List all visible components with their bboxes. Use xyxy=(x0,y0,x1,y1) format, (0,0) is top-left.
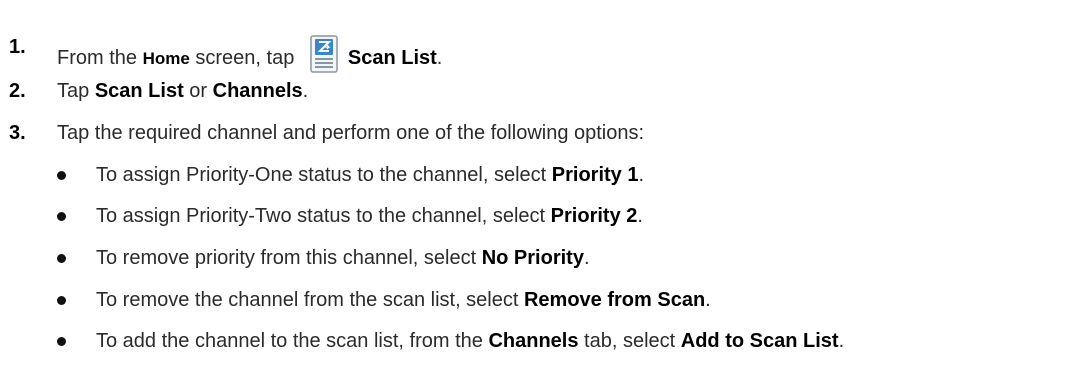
bullet-icon xyxy=(57,212,66,221)
option-bold: Channels xyxy=(488,330,579,352)
option-text-part: . xyxy=(838,330,845,352)
bullet-icon xyxy=(57,337,66,346)
option-text: To remove the channel from the scan list… xyxy=(96,287,711,313)
step-number: 3. xyxy=(9,122,26,144)
option-text-part: To add the channel to the scan list, fro… xyxy=(96,330,489,352)
instruction-document: 1. From the Home screen, tap Scan List. … xyxy=(0,0,1069,379)
option-text-part: To assign Priority-Two status to the cha… xyxy=(96,205,551,227)
step-text: From the Home screen, tap Scan List. xyxy=(57,34,442,74)
home-label: Home xyxy=(142,49,190,68)
option-text-part: . xyxy=(638,164,645,186)
step-text-part: . xyxy=(436,47,443,69)
option-text-part: . xyxy=(705,289,711,311)
step-number: 2. xyxy=(9,80,26,102)
option-bold: Add to Scan List xyxy=(680,330,839,352)
step-text-part: Tap xyxy=(57,80,95,102)
scan-list-label: Scan List xyxy=(94,80,184,102)
bullet-icon xyxy=(57,296,66,305)
option-bold: No Priority xyxy=(481,247,584,269)
step-text-part: or xyxy=(183,80,213,102)
step-text-part: screen, tap xyxy=(189,47,300,69)
option-text: To assign Priority-One status to the cha… xyxy=(96,162,644,188)
option-text-part: tab, select xyxy=(578,330,681,352)
option-bold: Priority 1 xyxy=(551,164,639,186)
bullet-icon xyxy=(57,254,66,263)
option-text-part: To remove the channel from the scan list… xyxy=(96,289,524,311)
scan-list-label: Scan List xyxy=(347,47,437,69)
option-text-part: To assign Priority-One status to the cha… xyxy=(96,164,552,186)
bullet-icon xyxy=(57,171,66,180)
option-text-part: To remove priority from this channel, se… xyxy=(96,247,482,269)
option-text-part: . xyxy=(637,205,643,227)
step-text-part: From the xyxy=(57,47,143,69)
channels-label: Channels xyxy=(212,80,303,102)
option-text: To assign Priority-Two status to the cha… xyxy=(96,203,643,229)
step-number: 1. xyxy=(9,36,26,58)
step-text: Tap the required channel and perform one… xyxy=(57,122,645,144)
option-bold: Priority 2 xyxy=(550,205,638,227)
scan-list-app-icon xyxy=(308,34,340,74)
step-text-part: . xyxy=(302,80,309,102)
option-text: To add the channel to the scan list, fro… xyxy=(96,328,844,354)
option-bold: Remove from Scan xyxy=(523,289,706,311)
option-text: To remove priority from this channel, se… xyxy=(96,245,590,271)
step-text: Tap Scan List or Channels. xyxy=(57,78,308,104)
option-text-part: . xyxy=(583,247,590,269)
